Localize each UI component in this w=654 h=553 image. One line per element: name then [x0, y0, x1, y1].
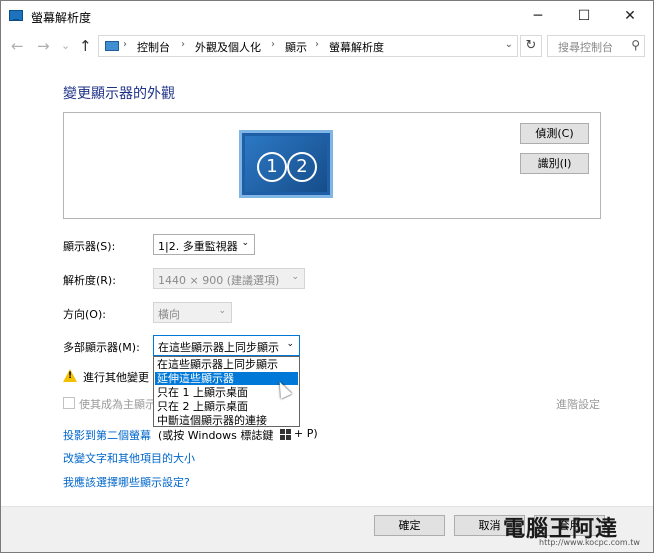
address-row: ← → ⌄ ↑ › 控制台 › 外觀及個人化 › 顯示 › 螢幕解析度 ⌄ ↻ … — [1, 33, 653, 61]
recent-locations-icon[interactable]: ⌄ — [61, 39, 70, 52]
project-shortcut-key: + P) — [294, 427, 318, 440]
warning-text: 進行其他變更 — [83, 371, 149, 384]
breadcrumb-separator: › — [123, 39, 127, 50]
chevron-down-icon: ⌄ — [218, 306, 226, 316]
project-shortcut-text: (或按 Windows 標誌鍵 — [158, 429, 274, 442]
main-display-label: 使其成為主顯示 — [79, 398, 156, 411]
breadcrumb-separator: › — [315, 39, 319, 50]
resolution-select: 1440 × 900 (建議選項) ⌄ — [153, 268, 305, 289]
search-placeholder: 搜尋控制台 — [558, 41, 613, 54]
display-select[interactable]: 1|2. 多重監視器 ⌄ — [153, 234, 255, 255]
display-value: 1|2. 多重監視器 — [158, 240, 238, 253]
option-show-only-2[interactable]: 只在 2 上顯示桌面 — [155, 400, 298, 413]
monitor-graphic[interactable]: 1 2 — [239, 130, 333, 198]
display-preview: 1 2 偵測(C) 識別(I) — [63, 112, 601, 219]
breadcrumb-display[interactable]: 顯示 — [285, 39, 307, 55]
control-panel-icon — [105, 41, 119, 51]
warning-icon-mark: ! — [68, 371, 73, 381]
multiple-displays-label: 多部顯示器(M): — [63, 341, 140, 354]
minimize-button[interactable]: ─ — [515, 1, 561, 31]
monitor-number-1: 1 — [257, 152, 287, 182]
screen-resolution-window: 螢幕解析度 ─ ☐ ✕ ← → ⌄ ↑ › 控制台 › 外觀及個人化 › 顯示 … — [0, 0, 654, 553]
orientation-select: 橫向 ⌄ — [153, 302, 232, 323]
up-icon[interactable]: ↑ — [79, 37, 92, 55]
watermark-url: http://www.kocpc.com.tw — [539, 538, 640, 547]
page-title: 變更顯示器的外觀 — [63, 86, 175, 102]
monitor-number-2: 2 — [287, 152, 317, 182]
breadcrumb-screen-resolution[interactable]: 螢幕解析度 — [329, 39, 384, 55]
orientation-value: 橫向 — [158, 308, 180, 321]
back-icon[interactable]: ← — [11, 37, 24, 55]
monitor-icon — [9, 10, 23, 21]
multiple-displays-value: 在這些顯示器上同步顯示 — [158, 341, 279, 354]
display-settings-help-link[interactable]: 我應該選擇哪些顯示設定? — [63, 474, 190, 490]
display-label: 顯示器(S): — [63, 240, 116, 253]
forward-icon[interactable]: → — [37, 37, 50, 55]
option-duplicate[interactable]: 在這些顯示器上同步顯示 — [155, 358, 298, 371]
breadcrumb-control-panel[interactable]: 控制台 — [137, 39, 170, 55]
breadcrumb-separator: › — [181, 39, 185, 50]
address-dropdown-icon[interactable]: ⌄ — [505, 39, 513, 50]
orientation-label: 方向(O): — [63, 308, 106, 321]
windows-key-icon — [280, 429, 291, 440]
text-size-link[interactable]: 改變文字和其他項目的大小 — [63, 450, 195, 466]
address-bar[interactable]: › 控制台 › 外觀及個人化 › 顯示 › 螢幕解析度 ⌄ — [98, 35, 518, 57]
chevron-down-icon: ⌄ — [291, 272, 299, 282]
chevron-down-icon: ⌄ — [241, 238, 249, 248]
window-title: 螢幕解析度 — [31, 11, 92, 25]
refresh-icon[interactable]: ↻ — [520, 35, 542, 57]
breadcrumb-appearance[interactable]: 外觀及個人化 — [195, 39, 261, 55]
title-bar: 螢幕解析度 ─ ☐ ✕ — [1, 1, 653, 31]
resolution-label: 解析度(R): — [63, 274, 116, 287]
search-input[interactable]: 搜尋控制台 ⚲ — [547, 35, 645, 57]
monitor-screen: 1 2 — [245, 136, 327, 192]
identify-button[interactable]: 識別(I) — [520, 153, 589, 174]
maximize-button[interactable]: ☐ — [561, 1, 607, 31]
detect-button[interactable]: 偵測(C) — [520, 123, 589, 144]
search-icon[interactable]: ⚲ — [631, 38, 640, 52]
advanced-settings-link: 進階設定 — [556, 398, 600, 411]
close-button[interactable]: ✕ — [607, 1, 653, 31]
chevron-down-icon: ⌄ — [286, 339, 294, 349]
resolution-value: 1440 × 900 (建議選項) — [158, 274, 280, 287]
project-second-screen-link[interactable]: 投影到第二個螢幕 — [63, 427, 151, 443]
breadcrumb-separator: › — [271, 39, 275, 50]
option-disconnect[interactable]: 中斷這個顯示器的連接 — [155, 414, 298, 427]
multiple-displays-select[interactable]: 在這些顯示器上同步顯示 ⌄ — [153, 335, 300, 356]
ok-button[interactable]: 確定 — [374, 515, 445, 536]
main-display-checkbox — [63, 397, 75, 409]
